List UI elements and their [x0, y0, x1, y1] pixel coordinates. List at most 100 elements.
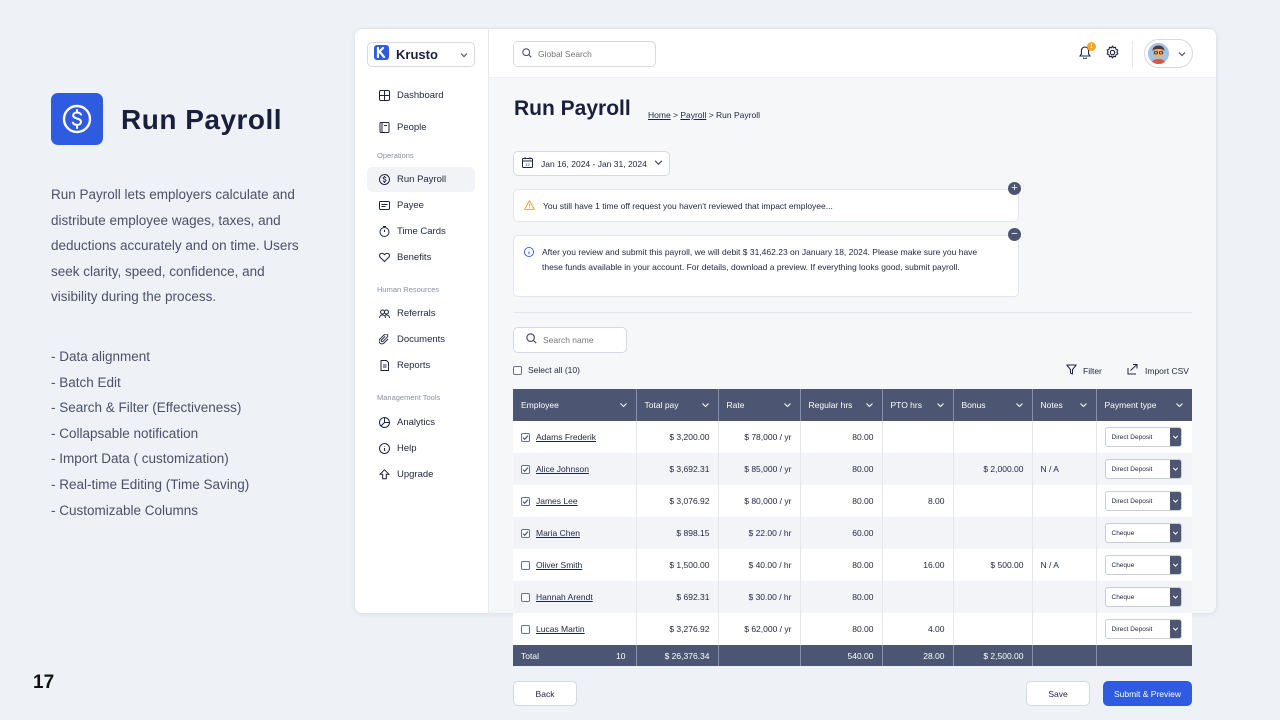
payment-type-select[interactable]: Direct Deposit: [1104, 619, 1182, 639]
regular-hrs-cell[interactable]: 80.00: [800, 453, 883, 485]
nav-analytics[interactable]: Analytics: [367, 410, 475, 435]
column-header[interactable]: Employee: [513, 389, 637, 421]
nav-documents[interactable]: Documents: [367, 327, 475, 352]
bonus-cell[interactable]: [953, 613, 1033, 645]
bonus-cell[interactable]: [953, 517, 1033, 549]
total-pay-cell[interactable]: $ 692.31: [636, 581, 719, 613]
global-search-input[interactable]: [538, 49, 655, 59]
row-checkbox[interactable]: [521, 560, 530, 570]
total-pay-cell[interactable]: $ 3,076.92: [636, 485, 719, 517]
select-all-checkbox[interactable]: [513, 365, 522, 375]
payment-type-select[interactable]: Cheque: [1104, 555, 1182, 575]
payment-type-select[interactable]: Cheque: [1104, 587, 1182, 607]
employee-name-link[interactable]: Lucas Martin: [536, 624, 585, 634]
row-checkbox[interactable]: [521, 592, 530, 602]
rate-cell[interactable]: $ 30.00 / hr: [718, 581, 801, 613]
column-header[interactable]: Bonus: [953, 389, 1033, 421]
nav-upgrade[interactable]: Upgrade: [367, 462, 475, 487]
pto-hrs-cell[interactable]: 8.00: [882, 485, 954, 517]
nav-time-cards[interactable]: Time Cards: [367, 219, 475, 244]
notes-cell[interactable]: [1032, 485, 1097, 517]
collapse-notice-button[interactable]: −: [1008, 228, 1021, 241]
date-range-picker[interactable]: 12 Jan 16, 2024 - Jan 31, 2024: [513, 151, 670, 176]
notes-cell[interactable]: [1032, 517, 1097, 549]
global-search[interactable]: [513, 41, 656, 67]
payment-type-select[interactable]: Direct Deposit: [1104, 491, 1182, 511]
pto-hrs-cell[interactable]: 4.00: [882, 613, 954, 645]
rate-cell[interactable]: $ 40.00 / hr: [718, 549, 801, 581]
bonus-cell[interactable]: [953, 581, 1033, 613]
notes-cell[interactable]: [1032, 613, 1097, 645]
rate-cell[interactable]: $ 78,000 / yr: [718, 421, 801, 453]
regular-hrs-cell[interactable]: 80.00: [800, 485, 883, 517]
column-header[interactable]: Notes: [1032, 389, 1097, 421]
rate-cell[interactable]: $ 80,000 / yr: [718, 485, 801, 517]
employee-name-link[interactable]: Adams Frederik: [536, 432, 596, 442]
column-header[interactable]: Total pay: [636, 389, 719, 421]
nav-help[interactable]: Help: [367, 436, 475, 461]
payment-type-select[interactable]: Direct Deposit: [1104, 427, 1182, 447]
notes-cell[interactable]: [1032, 581, 1097, 613]
notifications-button[interactable]: 1: [1078, 42, 1096, 64]
pto-hrs-cell[interactable]: 16.00: [882, 549, 954, 581]
pto-hrs-cell[interactable]: [882, 453, 954, 485]
nav-payee[interactable]: Payee: [367, 193, 475, 218]
regular-hrs-cell[interactable]: 80.00: [800, 613, 883, 645]
pto-hrs-cell[interactable]: [882, 581, 954, 613]
bonus-cell[interactable]: $ 500.00: [953, 549, 1033, 581]
employee-name-link[interactable]: Oliver Smith: [536, 560, 582, 570]
search-name-input[interactable]: [543, 335, 626, 345]
rate-cell[interactable]: $ 85,000 / yr: [718, 453, 801, 485]
total-pay-cell[interactable]: $ 898.15: [636, 517, 719, 549]
notes-cell[interactable]: N / A: [1032, 549, 1097, 581]
employee-name-link[interactable]: Hannah Arendt: [536, 592, 593, 602]
submit-preview-button[interactable]: Submit & Preview: [1103, 681, 1192, 706]
nav-dashboard[interactable]: Dashboard: [367, 83, 475, 108]
total-pay-cell[interactable]: $ 3,276.92: [636, 613, 719, 645]
row-checkbox[interactable]: [521, 528, 530, 538]
total-pay-cell[interactable]: $ 3,200.00: [636, 421, 719, 453]
regular-hrs-cell[interactable]: 60.00: [800, 517, 883, 549]
settings-button[interactable]: [1105, 45, 1120, 65]
back-button[interactable]: Back: [513, 681, 577, 706]
payment-type-select[interactable]: Direct Deposit: [1104, 459, 1182, 479]
regular-hrs-cell[interactable]: 80.00: [800, 549, 883, 581]
column-header[interactable]: Rate: [718, 389, 801, 421]
column-header[interactable]: Payment type: [1096, 389, 1192, 421]
bonus-cell[interactable]: $ 2,000.00: [953, 453, 1033, 485]
nav-people[interactable]: People: [367, 115, 475, 140]
bonus-cell[interactable]: [953, 421, 1033, 453]
breadcrumb-payroll[interactable]: Payroll: [680, 110, 706, 120]
employee-name-link[interactable]: Maria Chen: [536, 528, 580, 538]
import-csv-button[interactable]: Import CSV: [1127, 364, 1189, 377]
notes-cell[interactable]: N / A: [1032, 453, 1097, 485]
row-checkbox[interactable]: [521, 496, 530, 506]
column-header[interactable]: Regular hrs: [800, 389, 883, 421]
profile-menu[interactable]: [1144, 39, 1193, 68]
total-pay-cell[interactable]: $ 1,500.00: [636, 549, 719, 581]
rate-cell[interactable]: $ 22.00 / hr: [718, 517, 801, 549]
notes-cell[interactable]: [1032, 421, 1097, 453]
expand-notice-button[interactable]: +: [1008, 182, 1021, 195]
filter-button[interactable]: Filter: [1066, 364, 1102, 377]
employee-name-link[interactable]: Alice Johnson: [536, 464, 589, 474]
regular-hrs-cell[interactable]: 80.00: [800, 421, 883, 453]
rate-cell[interactable]: $ 62,000 / yr: [718, 613, 801, 645]
total-pay-cell[interactable]: $ 3,692.31: [636, 453, 719, 485]
row-checkbox[interactable]: [521, 464, 530, 474]
nav-benefits[interactable]: Benefits: [367, 245, 475, 270]
row-checkbox[interactable]: [521, 432, 530, 442]
save-button[interactable]: Save: [1026, 681, 1090, 706]
nav-referrals[interactable]: Referrals: [367, 301, 475, 326]
search-name[interactable]: [513, 327, 627, 353]
row-checkbox[interactable]: [521, 624, 530, 634]
breadcrumb-home[interactable]: Home: [648, 110, 671, 120]
bonus-cell[interactable]: [953, 485, 1033, 517]
workspace-switcher[interactable]: Krusto: [367, 42, 475, 67]
nav-run-payroll[interactable]: Run Payroll: [367, 167, 475, 192]
select-all[interactable]: Select all (10): [513, 365, 580, 375]
employee-name-link[interactable]: James Lee: [536, 496, 578, 506]
column-header[interactable]: PTO hrs: [882, 389, 954, 421]
pto-hrs-cell[interactable]: [882, 517, 954, 549]
nav-reports[interactable]: Reports: [367, 353, 475, 378]
